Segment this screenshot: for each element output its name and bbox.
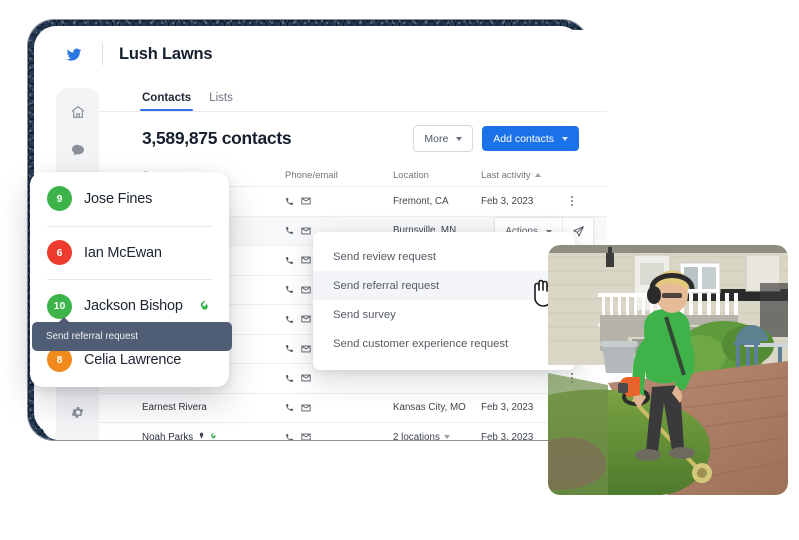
rail-bottom-icons <box>68 402 88 422</box>
landscaper-photo <box>548 245 788 495</box>
contact-name-text: Earnest Rivera <box>142 402 207 414</box>
tab-lists[interactable]: Lists <box>209 92 233 111</box>
table-row[interactable]: Earnest Rivera Kansas City, MO Feb 3, 20… <box>99 392 607 422</box>
row-menu-button[interactable] <box>565 196 579 207</box>
chevron-down-icon <box>562 136 568 141</box>
more-button-label: More <box>424 132 449 145</box>
phone-icon <box>286 256 293 264</box>
phone-icon <box>286 433 293 440</box>
phone-icon <box>286 197 293 205</box>
cell-location: Kansas City, MO <box>393 402 466 414</box>
flame-icon <box>199 298 210 315</box>
chat-bubble-icon[interactable] <box>68 140 88 160</box>
email-icon <box>301 197 311 205</box>
map-pin-icon <box>198 431 205 440</box>
chevron-down-icon <box>456 136 463 141</box>
menu-item-send-customer-experience-request[interactable]: Send customer experience request <box>313 329 575 358</box>
contact-name: Jose Fines <box>84 190 153 207</box>
cell-phone-email <box>285 373 393 383</box>
list-item[interactable]: 9 Jose Fines <box>30 172 229 226</box>
email-icon <box>301 374 311 382</box>
contact-name-text: Noah Parks <box>142 431 194 440</box>
screenshot-stage: Lush Lawns Contacts Lists 3,589,875 cont… <box>0 0 799 540</box>
tab-bar: Contacts Lists <box>99 78 607 111</box>
phone-icon <box>286 345 293 353</box>
tooltip: Send referral request <box>32 317 232 351</box>
cell-contact-name: Earnest Rivera <box>142 402 285 413</box>
column-phone-email: Phone/email <box>285 169 338 181</box>
tab-contacts[interactable]: Contacts <box>139 92 194 111</box>
contact-name: Celia Lawrence <box>84 351 182 368</box>
toolbar-buttons: More Add contacts <box>413 125 579 152</box>
email-icon <box>301 315 311 323</box>
cell-location[interactable]: 2 locations <box>393 432 481 440</box>
flame-icon <box>210 431 217 440</box>
email-icon <box>301 345 311 353</box>
column-location: Location <box>393 169 429 181</box>
score-badge: 9 <box>47 186 72 212</box>
score-badge: 8 <box>47 347 72 373</box>
phone-icon <box>286 315 293 323</box>
column-last-activity-label: Last activity <box>481 169 531 181</box>
sort-asc-icon <box>534 173 541 177</box>
toolbar: 3,589,875 contacts More Add contacts <box>99 112 607 164</box>
header-divider <box>102 43 103 65</box>
home-icon[interactable] <box>68 102 88 122</box>
contact-name: Jackson Bishop <box>84 298 183 315</box>
cell-phone-email <box>285 403 393 413</box>
contact-name: Ian McEwan <box>84 244 162 261</box>
email-icon <box>301 404 311 412</box>
add-contacts-button[interactable]: Add contacts <box>482 126 579 151</box>
score-badge: 10 <box>47 293 72 319</box>
more-button[interactable]: More <box>413 125 474 152</box>
add-contacts-label: Add contacts <box>493 132 554 145</box>
cell-phone-email <box>285 196 393 206</box>
menu-item-send-review-request[interactable]: Send review request <box>313 242 575 271</box>
tooltip-text: Send referral request <box>46 331 139 342</box>
contacts-count: 3,589,875 contacts <box>142 128 292 148</box>
bird-logo-icon <box>62 41 88 67</box>
column-last-activity[interactable]: Last activity <box>481 170 565 181</box>
email-icon <box>301 227 311 235</box>
cell-phone-email <box>285 432 393 440</box>
app-header: Lush Lawns <box>42 30 607 78</box>
phone-icon <box>286 227 293 235</box>
chevron-down-icon <box>443 435 450 440</box>
list-item[interactable]: 6 Ian McEwan <box>30 225 229 280</box>
score-badge: 6 <box>47 240 72 266</box>
email-icon <box>301 433 311 440</box>
phone-icon <box>286 286 293 294</box>
table-row[interactable]: Noah Parks 2 locations Feb 3, 2023 <box>99 422 607 440</box>
gear-icon[interactable] <box>68 402 88 422</box>
cell-last-activity: Feb 3, 2023 <box>481 195 534 207</box>
phone-icon <box>286 374 293 382</box>
email-icon <box>301 256 311 264</box>
cell-contact-name: Noah Parks <box>142 431 285 440</box>
locations-count-label: 2 locations <box>393 431 440 440</box>
contacts-score-card: 9 Jose Fines 6 Ian McEwan 10 Jackson Bis… <box>30 172 229 387</box>
email-icon <box>301 286 311 294</box>
phone-icon <box>286 404 293 412</box>
cell-location: Fremont, CA <box>393 195 449 207</box>
page-title: Lush Lawns <box>119 44 213 63</box>
